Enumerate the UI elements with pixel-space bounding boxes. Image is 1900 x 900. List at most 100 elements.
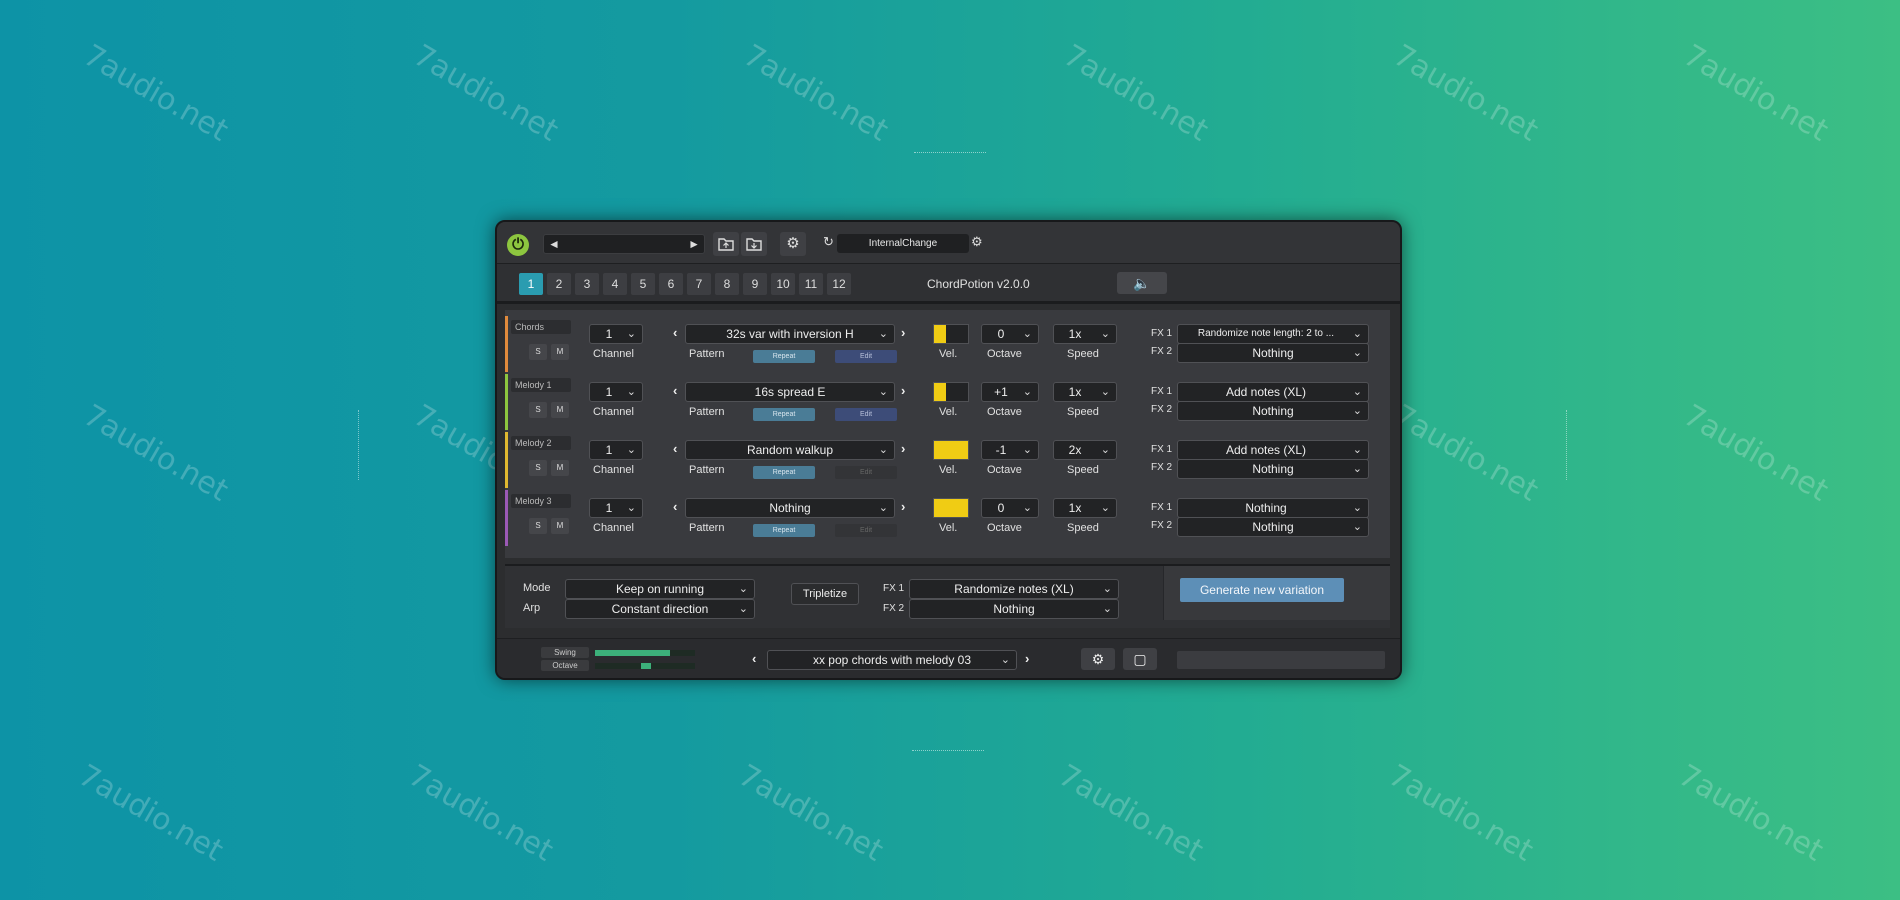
tab-8[interactable]: 8 <box>715 273 739 295</box>
fx2-select[interactable]: Nothing ⌄ <box>1177 517 1369 537</box>
tab-3[interactable]: 3 <box>575 273 599 295</box>
tab-4[interactable]: 4 <box>603 273 627 295</box>
repeat-button[interactable]: Repeat <box>753 524 815 537</box>
pattern-prev-arrow[interactable]: ‹ <box>673 383 677 398</box>
octave-select[interactable]: -1 ⌄ <box>981 440 1039 460</box>
channel-select[interactable]: 1 ⌄ <box>589 324 643 344</box>
power-icon[interactable]: ⏻ <box>507 234 529 256</box>
speaker-icon[interactable]: 🔈 <box>1117 272 1167 294</box>
pattern-select[interactable]: Nothing ⌄ <box>685 498 895 518</box>
velocity-control[interactable] <box>933 382 969 402</box>
channel-value: 1 <box>605 443 613 457</box>
watermark-text: 7audio.net <box>732 758 889 869</box>
pattern-prev-arrow[interactable]: ‹ <box>673 499 677 514</box>
fx2-select[interactable]: Nothing ⌄ <box>1177 343 1369 363</box>
mute-button[interactable]: M <box>551 460 569 476</box>
speed-select[interactable]: 1x ⌄ <box>1053 498 1117 518</box>
fx1-select[interactable]: Add notes (XL) ⌄ <box>1177 440 1369 460</box>
load-folder-icon[interactable] <box>713 232 739 256</box>
edit-button[interactable]: Edit <box>835 524 897 537</box>
preset-select[interactable]: xx pop chords with melody 03 ⌄ <box>767 650 1017 670</box>
octave-select[interactable]: 0 ⌄ <box>981 324 1039 344</box>
host-settings-gear-icon[interactable]: ⚙ <box>971 234 983 250</box>
reload-icon[interactable]: ↻ <box>823 234 834 250</box>
next-arrow-icon[interactable]: ► <box>688 237 700 251</box>
tab-6[interactable]: 6 <box>659 273 683 295</box>
arp-select-value: Constant direction <box>611 602 709 616</box>
mute-button[interactable]: M <box>551 344 569 360</box>
fx1-select[interactable]: Randomize note length: 2 to ... ⌄ <box>1177 324 1369 344</box>
pattern-next-arrow[interactable]: › <box>901 383 905 398</box>
fx1-select[interactable]: Nothing ⌄ <box>1177 498 1369 518</box>
track-name[interactable]: Chords <box>511 320 571 334</box>
channel-select[interactable]: 1 ⌄ <box>589 440 643 460</box>
edit-button[interactable]: Edit <box>835 350 897 363</box>
pattern-prev-arrow[interactable]: ‹ <box>673 441 677 456</box>
tab-1[interactable]: 1 <box>519 273 543 295</box>
tab-5[interactable]: 5 <box>631 273 655 295</box>
pattern-select[interactable]: 32s var with inversion H ⌄ <box>685 324 895 344</box>
speed-select[interactable]: 2x ⌄ <box>1053 440 1117 460</box>
channel-select[interactable]: 1 ⌄ <box>589 498 643 518</box>
tab-11[interactable]: 11 <box>799 273 823 295</box>
preset-prev-arrow[interactable]: ‹ <box>752 651 756 666</box>
tab-7[interactable]: 7 <box>687 273 711 295</box>
clipboard-icon[interactable]: ▢ <box>1123 648 1157 670</box>
global-fx1-select[interactable]: Randomize notes (XL) ⌄ <box>909 579 1119 599</box>
speed-select[interactable]: 1x ⌄ <box>1053 382 1117 402</box>
solo-button[interactable]: S <box>529 460 547 476</box>
top-preset-selector[interactable]: ◄ ► <box>543 234 705 254</box>
pattern-select[interactable]: Random walkup ⌄ <box>685 440 895 460</box>
velocity-label: Vel. <box>939 522 958 534</box>
solo-button[interactable]: S <box>529 518 547 534</box>
repeat-button[interactable]: Repeat <box>753 466 815 479</box>
footer-settings-gear-icon[interactable]: ⚙ <box>1081 648 1115 670</box>
host-mode-selector[interactable]: InternalChange <box>837 234 969 253</box>
save-folder-icon[interactable] <box>741 232 767 256</box>
octave-select[interactable]: +1 ⌄ <box>981 382 1039 402</box>
fx1-select[interactable]: Add notes (XL) ⌄ <box>1177 382 1369 402</box>
preset-next-arrow[interactable]: › <box>1025 651 1029 666</box>
tab-9[interactable]: 9 <box>743 273 767 295</box>
pattern-select[interactable]: 16s spread E ⌄ <box>685 382 895 402</box>
pattern-prev-arrow[interactable]: ‹ <box>673 325 677 340</box>
pattern-next-arrow[interactable]: › <box>901 441 905 456</box>
speed-value: 2x <box>1068 443 1082 457</box>
pattern-next-arrow[interactable]: › <box>901 499 905 514</box>
edit-button[interactable]: Edit <box>835 408 897 421</box>
generate-variation-button[interactable]: Generate new variation <box>1180 578 1344 602</box>
velocity-control[interactable] <box>933 440 969 460</box>
pattern-next-arrow[interactable]: › <box>901 325 905 340</box>
track-name[interactable]: Melody 1 <box>511 378 571 392</box>
pattern-value: Nothing <box>769 501 811 515</box>
edit-button[interactable]: Edit <box>835 466 897 479</box>
previous-arrow-icon[interactable]: ◄ <box>548 237 560 251</box>
watermark-text: 7audio.net <box>1052 758 1209 869</box>
settings-gear-icon[interactable]: ⚙ <box>780 232 806 256</box>
solo-button[interactable]: S <box>529 402 547 418</box>
watermark-text: 7audio.net <box>402 758 559 869</box>
mute-button[interactable]: M <box>551 402 569 418</box>
octave-select[interactable]: 0 ⌄ <box>981 498 1039 518</box>
tab-10[interactable]: 10 <box>771 273 795 295</box>
swing-meter[interactable] <box>595 650 695 656</box>
tab-12[interactable]: 12 <box>827 273 851 295</box>
mode-select[interactable]: Keep on running ⌄ <box>565 579 755 599</box>
track-name[interactable]: Melody 3 <box>511 494 571 508</box>
solo-button[interactable]: S <box>529 344 547 360</box>
fx2-select[interactable]: Nothing ⌄ <box>1177 401 1369 421</box>
track-name[interactable]: Melody 2 <box>511 436 571 450</box>
channel-select[interactable]: 1 ⌄ <box>589 382 643 402</box>
repeat-button[interactable]: Repeat <box>753 350 815 363</box>
mute-button[interactable]: M <box>551 518 569 534</box>
fx2-select[interactable]: Nothing ⌄ <box>1177 459 1369 479</box>
octave-meter[interactable] <box>595 663 695 669</box>
speed-select[interactable]: 1x ⌄ <box>1053 324 1117 344</box>
global-fx2-select[interactable]: Nothing ⌄ <box>909 599 1119 619</box>
repeat-button[interactable]: Repeat <box>753 408 815 421</box>
tab-2[interactable]: 2 <box>547 273 571 295</box>
arp-select[interactable]: Constant direction ⌄ <box>565 599 755 619</box>
velocity-control[interactable] <box>933 324 969 344</box>
tripletize-button[interactable]: Tripletize <box>791 583 859 605</box>
velocity-control[interactable] <box>933 498 969 518</box>
